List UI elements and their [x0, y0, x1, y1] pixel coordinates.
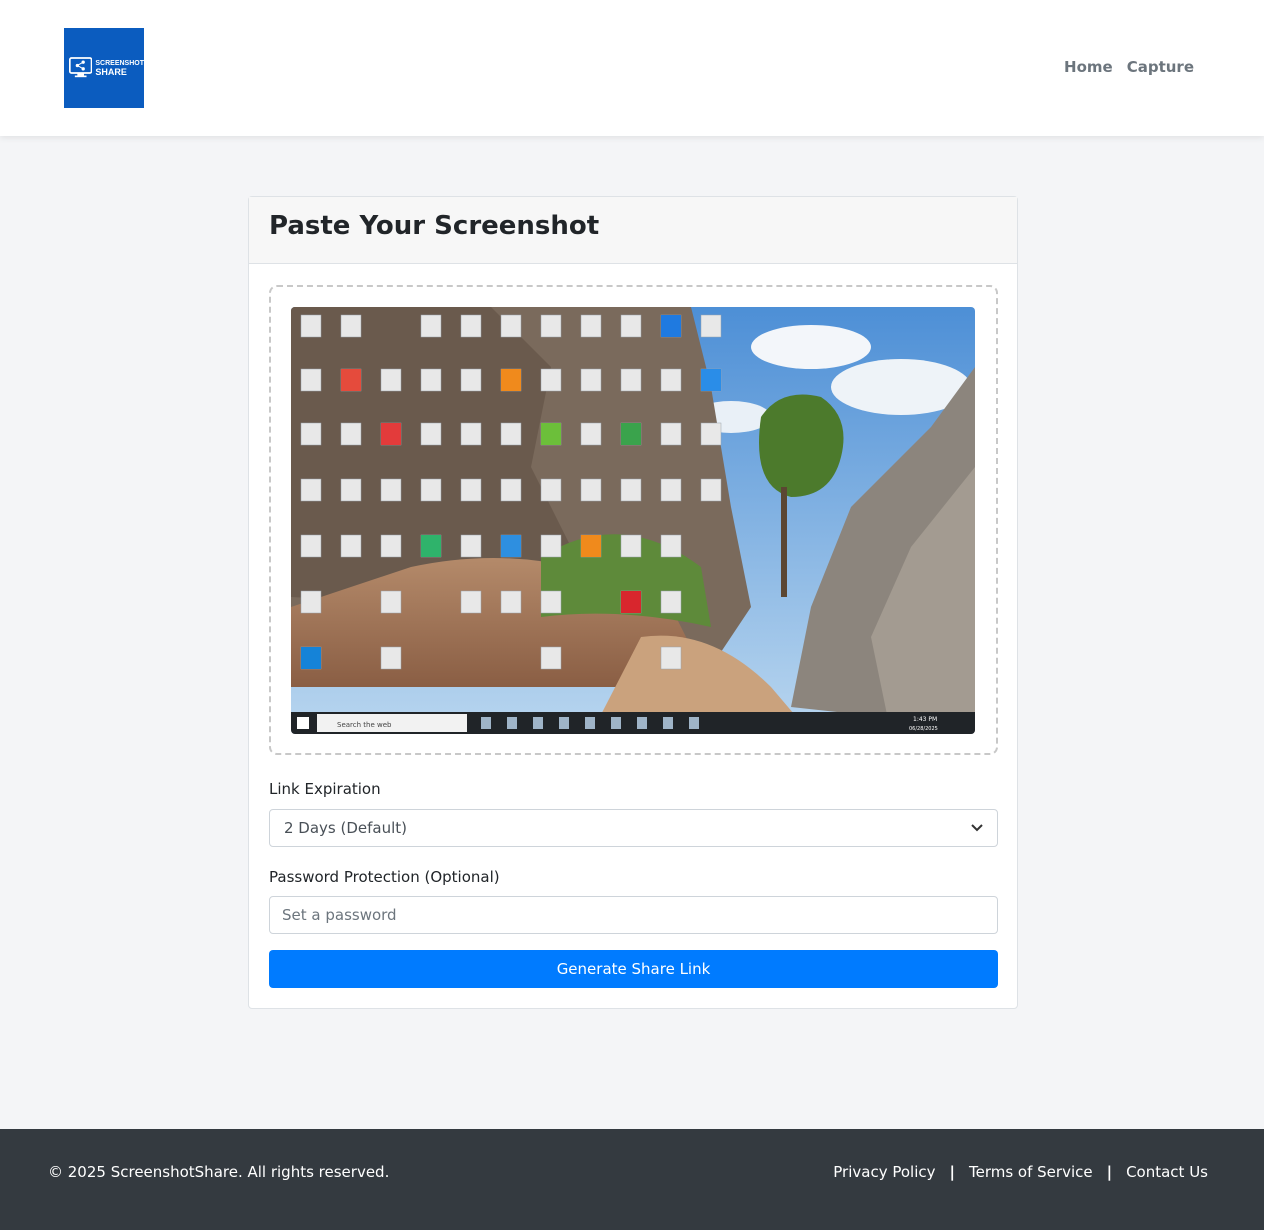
logo-line2: SHARE [95, 67, 127, 77]
contact-us-link[interactable]: Contact Us [1126, 1163, 1208, 1181]
nav-capture-link[interactable]: Capture [1127, 58, 1194, 76]
expiration-label: Link Expiration [269, 780, 381, 798]
terms-of-service-link[interactable]: Terms of Service [969, 1163, 1093, 1181]
navbar: SCREENSHOT SHARE Home Capture [0, 0, 1264, 136]
screenshot-drop-zone[interactable]: Search the web 1:43 PM 06/28/2025 [269, 285, 998, 755]
footer: © 2025 ScreenshotShare. All rights reser… [0, 1129, 1264, 1230]
page-title: Paste Your Screenshot [269, 211, 600, 241]
taskbar-search-text: Search the web [337, 721, 392, 729]
brand-logo[interactable]: SCREENSHOT SHARE [64, 28, 144, 108]
nav-home-link[interactable]: Home [1064, 58, 1113, 76]
nav-links: Home Capture [1064, 58, 1194, 76]
screenshot-preview: Search the web 1:43 PM 06/28/2025 [291, 307, 975, 734]
footer-separator: | [949, 1163, 955, 1181]
expiration-select[interactable]: 2 Days (Default) [269, 809, 998, 847]
expiration-selected-value: 2 Days (Default) [284, 819, 408, 837]
password-label: Password Protection (Optional) [269, 868, 500, 886]
footer-links: Privacy Policy | Terms of Service | Cont… [833, 1163, 1208, 1181]
chevron-down-icon [971, 824, 983, 832]
card-header: Paste Your Screenshot [249, 197, 1017, 264]
footer-copyright: © 2025 ScreenshotShare. All rights reser… [48, 1163, 390, 1181]
password-input[interactable] [269, 896, 998, 934]
generate-share-link-button[interactable]: Generate Share Link [269, 950, 998, 988]
paste-screenshot-card: Paste Your Screenshot Search the web 1:4… [248, 196, 1018, 1009]
privacy-policy-link[interactable]: Privacy Policy [833, 1163, 935, 1181]
taskbar-clock-date: 06/28/2025 [909, 726, 938, 732]
taskbar-clock-time: 1:43 PM [913, 716, 937, 723]
logo-text: SCREENSHOT SHARE [95, 59, 144, 77]
footer-separator: | [1106, 1163, 1113, 1181]
desktop-screenshot-image: Search the web 1:43 PM 06/28/2025 [291, 307, 975, 734]
share-screen-icon [69, 57, 93, 78]
